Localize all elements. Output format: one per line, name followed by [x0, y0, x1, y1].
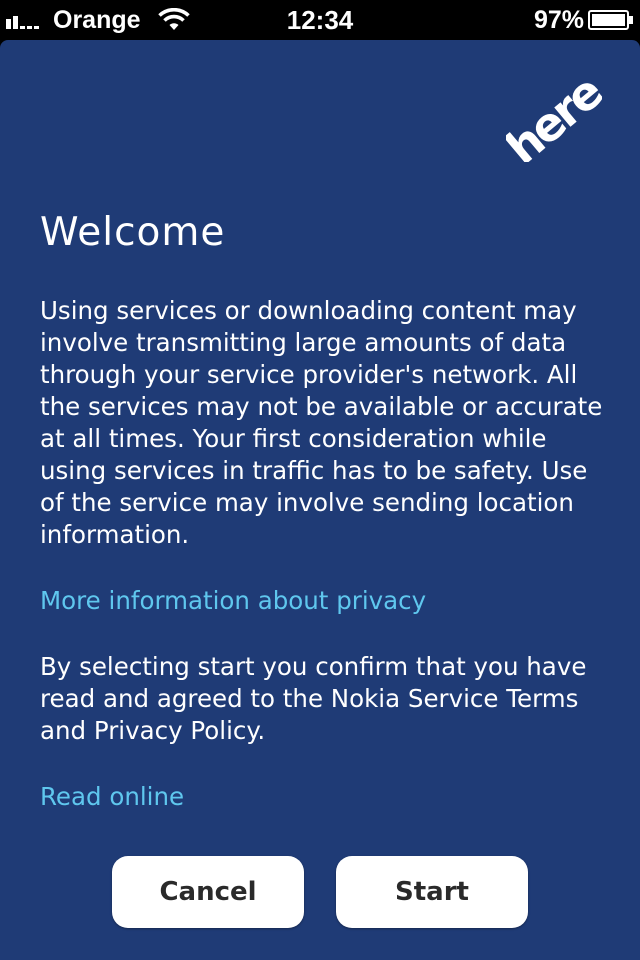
data-usage-notice: Using services or downloading content ma…	[40, 296, 603, 549]
start-button[interactable]: Start	[336, 856, 528, 928]
here-logo: here	[506, 80, 602, 162]
page-title: Welcome	[40, 210, 226, 255]
terms-notice: By selecting start you confirm that you …	[40, 652, 587, 745]
welcome-dialog: here Welcome Using services or downloadi…	[0, 40, 640, 960]
battery-percent: 97%	[533, 6, 584, 34]
read-online-link[interactable]: Read online	[40, 781, 184, 813]
privacy-info-link[interactable]: More information about privacy	[40, 585, 426, 617]
here-logo-text: here	[506, 80, 602, 162]
cancel-button[interactable]: Cancel	[112, 856, 304, 928]
battery-icon	[588, 10, 633, 30]
status-bar: Orange 12:34 97%	[0, 0, 640, 40]
